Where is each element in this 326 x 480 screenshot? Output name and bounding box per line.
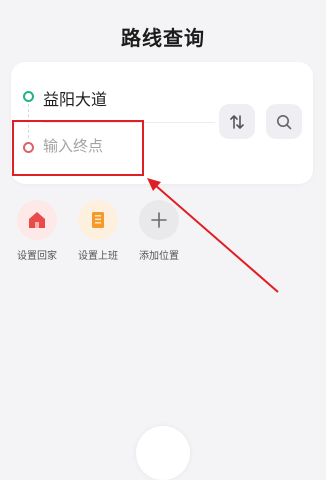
plus-icon	[151, 212, 167, 228]
search-button[interactable]	[266, 104, 302, 139]
search-icon	[277, 114, 292, 129]
page-title: 路线查询	[121, 26, 205, 50]
bottom-action-button[interactable]	[136, 426, 190, 480]
shortcut-label: 设置回家	[17, 251, 57, 262]
start-point-marker	[23, 91, 34, 102]
add-location-shortcut[interactable]: 添加位置	[133, 200, 185, 262]
office-building-icon	[92, 212, 104, 228]
end-point-marker	[23, 142, 34, 153]
plus-icon-circle	[139, 200, 179, 240]
swap-arrows-icon	[230, 114, 244, 129]
shortcut-label: 设置上班	[78, 251, 118, 262]
home-icon	[29, 212, 45, 228]
home-icon-circle	[17, 200, 57, 240]
shortcut-label: 添加位置	[139, 251, 179, 262]
swap-route-button[interactable]	[219, 104, 255, 139]
office-icon-circle	[78, 200, 118, 240]
route-input-card: 益阳大道	[11, 62, 313, 184]
field-divider	[43, 122, 215, 123]
set-work-shortcut[interactable]: 设置上班	[72, 200, 124, 262]
destination-input[interactable]	[43, 135, 153, 157]
set-home-shortcut[interactable]: 设置回家	[11, 200, 63, 262]
route-connector-line	[28, 104, 29, 138]
start-location-field[interactable]: 益阳大道	[43, 86, 107, 110]
